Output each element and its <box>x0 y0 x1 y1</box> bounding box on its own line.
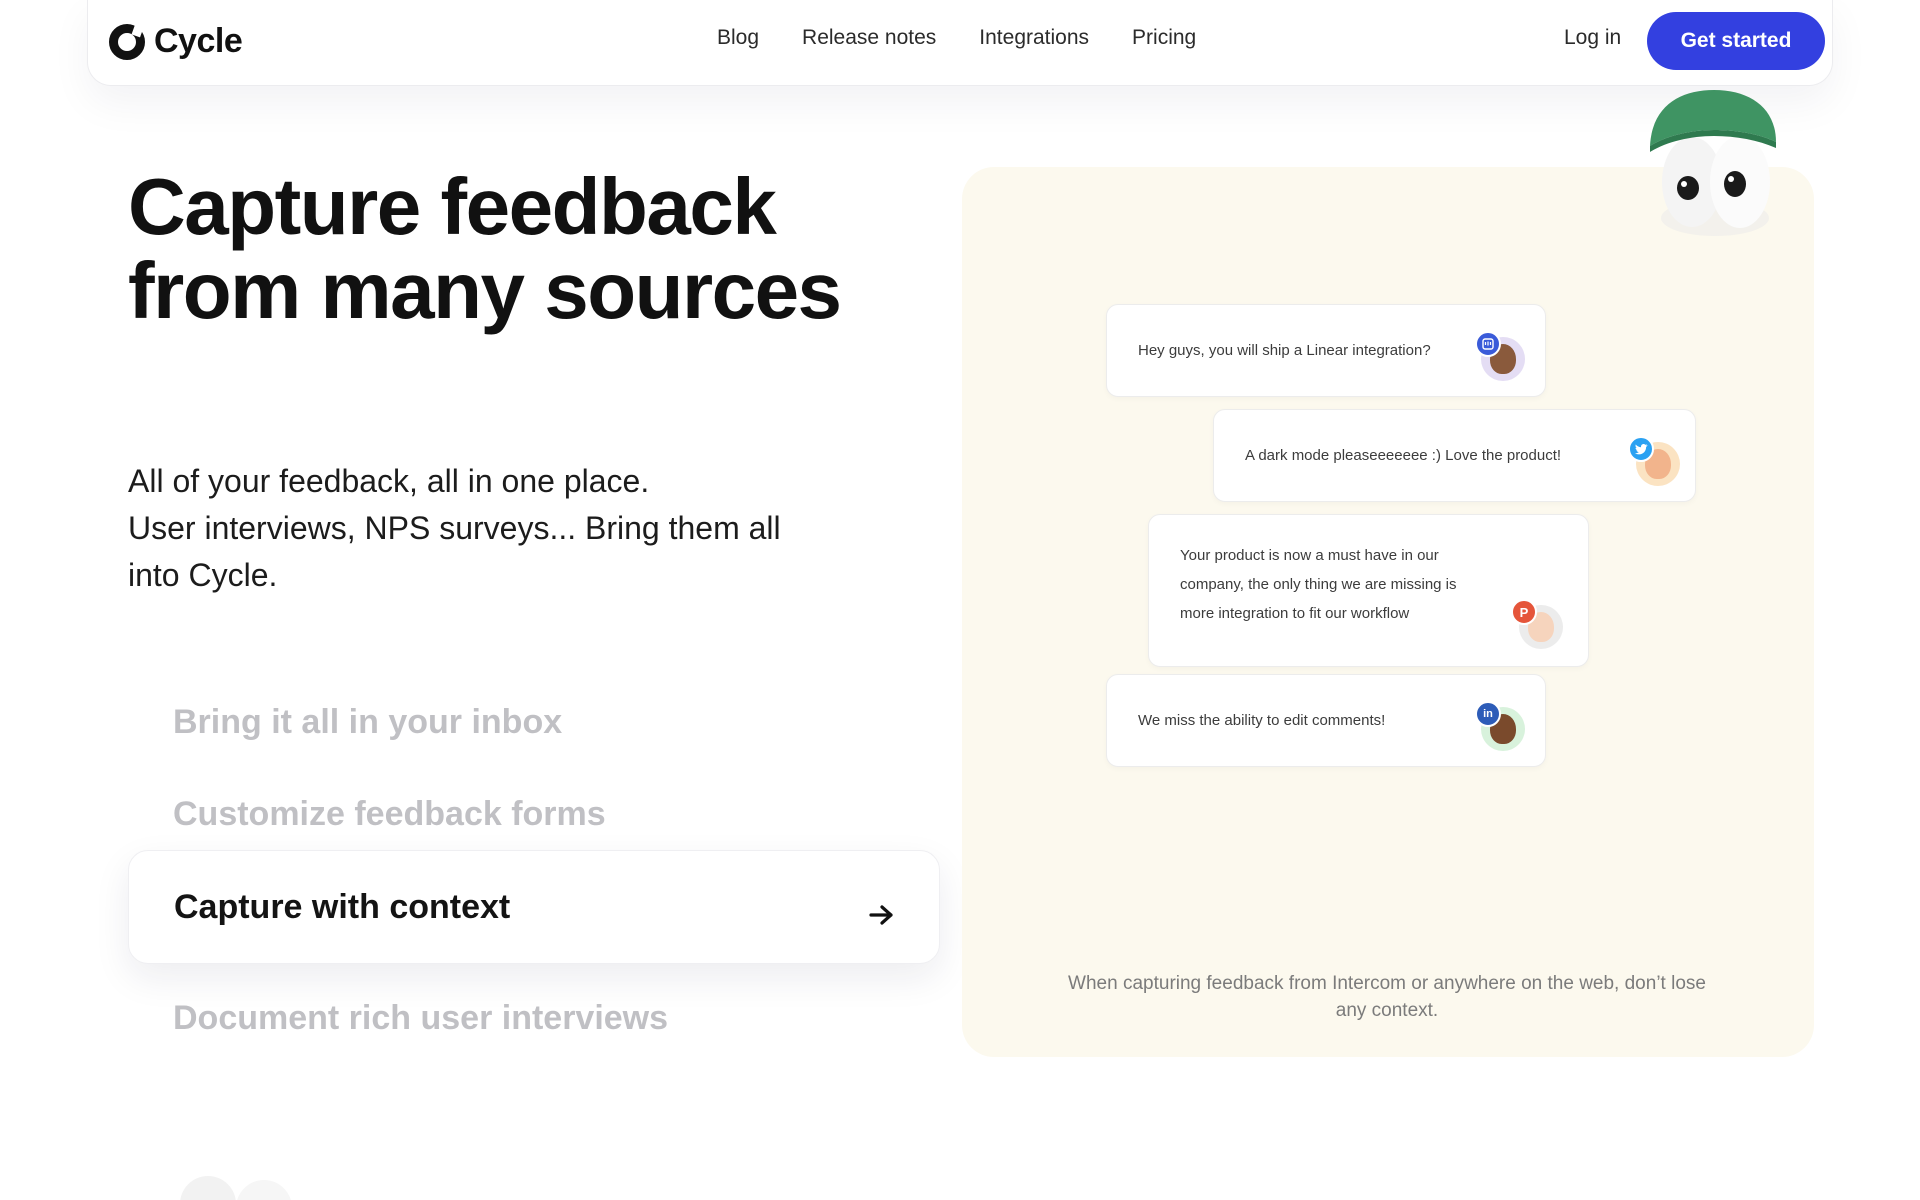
mascot-illustration <box>1640 86 1790 246</box>
cycle-logo-icon <box>108 23 146 61</box>
hero-subtext-line: User interviews, NPS surveys... Bring th… <box>128 510 781 546</box>
feedback-preview-panel: Hey guys, you will ship a Linear integra… <box>962 167 1814 1057</box>
producthunt-icon: P <box>1511 599 1537 625</box>
linkedin-icon: in <box>1475 701 1501 727</box>
feature-label: Customize feedback forms <box>173 794 606 833</box>
mascot-peek-illustration <box>172 1170 292 1200</box>
feedback-card: A dark mode pleaseeeeeee :) Love the pro… <box>1213 409 1696 502</box>
feedback-text: We miss the ability to edit comments! <box>1138 712 1386 729</box>
login-link[interactable]: Log in <box>1564 26 1621 50</box>
brand-name: Cycle <box>154 22 243 60</box>
logo[interactable]: Cycle <box>108 22 243 61</box>
feedback-text-line: more integration to fit our workflow <box>1180 605 1410 622</box>
twitter-icon <box>1628 436 1654 462</box>
arrow-right-icon <box>869 896 895 925</box>
nav-link-pricing[interactable]: Pricing <box>1132 26 1196 50</box>
nav-link-blog[interactable]: Blog <box>717 26 759 50</box>
feedback-card: Your product is now a must have in our c… <box>1148 514 1589 667</box>
feature-label: Capture with context <box>174 887 511 926</box>
feature-item-context[interactable]: Capture with context <box>128 850 940 964</box>
feature-item-interviews[interactable]: Document rich user interviews <box>128 961 940 1075</box>
nav-links: Blog Release notes Integrations Pricing <box>717 26 1196 50</box>
get-started-button[interactable]: Get started <box>1647 12 1825 70</box>
feedback-text-line: company, the only thing we are missing i… <box>1180 576 1457 593</box>
feedback-card: We miss the ability to edit comments! in <box>1106 674 1546 767</box>
hero-headline: Capture feedback from many sources <box>128 162 842 335</box>
feature-label: Document rich user interviews <box>173 998 669 1037</box>
hero-subtext-line: into Cycle. <box>128 557 278 593</box>
feedback-card: Hey guys, you will ship a Linear integra… <box>1106 304 1546 397</box>
hero-subtext-line: All of your feedback, all in one place. <box>128 463 650 499</box>
top-navigation: Cycle Blog Release notes Integrations Pr… <box>87 0 1833 86</box>
nav-link-integrations[interactable]: Integrations <box>979 26 1089 50</box>
nav-link-release-notes[interactable]: Release notes <box>802 26 936 50</box>
panel-caption: When capturing feedback from Intercom or… <box>1068 973 1706 1021</box>
feedback-text: A dark mode pleaseeeeeee :) Love the pro… <box>1245 447 1562 464</box>
feedback-text: Hey guys, you will ship a Linear integra… <box>1138 342 1431 359</box>
feedback-text-line: Your product is now a must have in our <box>1180 547 1439 564</box>
feature-label: Bring it all in your inbox <box>173 702 563 741</box>
feedback-text: Your product is now a must have in our c… <box>1180 541 1457 628</box>
intercom-icon <box>1475 331 1501 357</box>
hero-subtext: All of your feedback, all in one place. … <box>128 458 868 599</box>
